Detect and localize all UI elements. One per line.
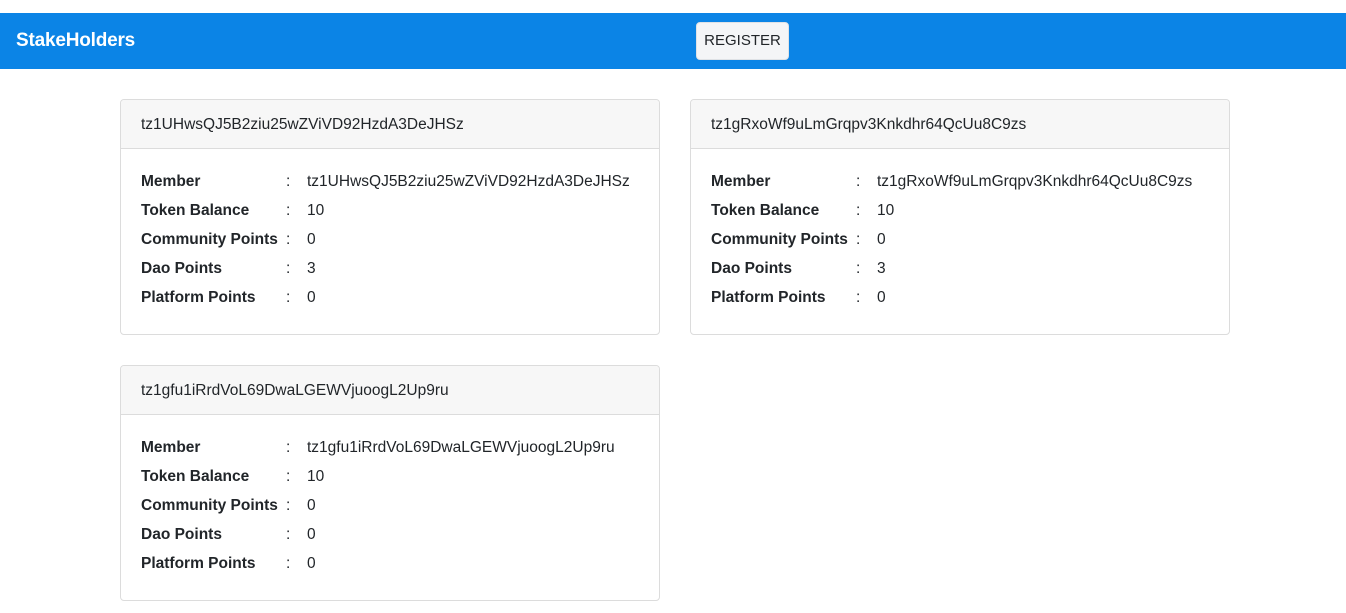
member-value: tz1gRxoWf9uLmGrqpv3Knkdhr64QcUu8C9zs — [877, 173, 1193, 190]
platform-points-value: 0 — [877, 289, 886, 306]
platform-points-row: Platform Points : 0 — [141, 552, 659, 581]
community-points-value: 0 — [307, 231, 316, 248]
dao-points-row: Dao Points : 3 — [711, 257, 1229, 286]
card-body: Member : tz1gRxoWf9uLmGrqpv3Knkdhr64QcUu… — [691, 149, 1229, 315]
separator: : — [286, 526, 291, 543]
platform-points-row: Platform Points : 0 — [711, 286, 1229, 315]
platform-points-value: 0 — [307, 289, 316, 306]
token-balance-row: Token Balance : 10 — [141, 199, 659, 228]
separator: : — [286, 468, 291, 485]
dao-points-label: Dao Points — [711, 260, 792, 277]
separator: : — [286, 289, 291, 306]
member-label: Member — [711, 173, 771, 190]
member-label: Member — [141, 173, 201, 190]
card-header-address: tz1gRxoWf9uLmGrqpv3Knkdhr64QcUu8C9zs — [691, 100, 1229, 149]
member-row: Member : tz1gfu1iRrdVoL69DwaLGEWVjuoogL2… — [141, 436, 659, 465]
platform-points-value: 0 — [307, 555, 316, 572]
community-points-value: 0 — [307, 497, 316, 514]
platform-points-label: Platform Points — [141, 555, 256, 572]
register-button[interactable]: REGISTER — [696, 22, 789, 60]
community-points-label: Community Points — [141, 497, 278, 514]
brand-title[interactable]: StakeHolders — [16, 13, 135, 69]
member-value: tz1gfu1iRrdVoL69DwaLGEWVjuoogL2Up9ru — [307, 439, 615, 456]
separator: : — [286, 231, 291, 248]
separator: : — [856, 289, 861, 306]
token-balance-value: 10 — [307, 202, 325, 219]
separator: : — [286, 260, 291, 277]
separator: : — [286, 497, 291, 514]
separator: : — [286, 555, 291, 572]
card-header-address: tz1UHwsQJ5B2ziu25wZViVD92HzdA3DeJHSz — [121, 100, 659, 149]
token-balance-row: Token Balance : 10 — [141, 465, 659, 494]
dao-points-row: Dao Points : 0 — [141, 523, 659, 552]
community-points-label: Community Points — [711, 231, 848, 248]
token-balance-value: 10 — [307, 468, 325, 485]
token-balance-label: Token Balance — [141, 202, 250, 219]
community-points-row: Community Points : 0 — [141, 494, 659, 523]
dao-points-value: 3 — [877, 260, 886, 277]
token-balance-label: Token Balance — [141, 468, 250, 485]
platform-points-label: Platform Points — [141, 289, 256, 306]
dao-points-label: Dao Points — [141, 526, 222, 543]
platform-points-label: Platform Points — [711, 289, 826, 306]
member-value: tz1UHwsQJ5B2ziu25wZViVD92HzdA3DeJHSz — [307, 173, 630, 190]
card-body: Member : tz1UHwsQJ5B2ziu25wZViVD92HzdA3D… — [121, 149, 659, 315]
separator: : — [286, 439, 291, 456]
member-row: Member : tz1UHwsQJ5B2ziu25wZViVD92HzdA3D… — [141, 170, 659, 199]
dao-points-label: Dao Points — [141, 260, 222, 277]
card-body: Member : tz1gfu1iRrdVoL69DwaLGEWVjuoogL2… — [121, 415, 659, 581]
stakeholder-card: tz1gRxoWf9uLmGrqpv3Knkdhr64QcUu8C9zs Mem… — [690, 99, 1230, 335]
member-row: Member : tz1gRxoWf9uLmGrqpv3Knkdhr64QcUu… — [711, 170, 1229, 199]
member-label: Member — [141, 439, 201, 456]
community-points-label: Community Points — [141, 231, 278, 248]
stakeholder-card: tz1UHwsQJ5B2ziu25wZViVD92HzdA3DeJHSz Mem… — [120, 99, 660, 335]
stakeholder-card: tz1gfu1iRrdVoL69DwaLGEWVjuoogL2Up9ru Mem… — [120, 365, 660, 601]
community-points-row: Community Points : 0 — [141, 228, 659, 257]
platform-points-row: Platform Points : 0 — [141, 286, 659, 315]
card-header-address: tz1gfu1iRrdVoL69DwaLGEWVjuoogL2Up9ru — [121, 366, 659, 415]
separator: : — [856, 202, 861, 219]
dao-points-value: 3 — [307, 260, 316, 277]
separator: : — [286, 173, 291, 190]
separator: : — [856, 231, 861, 248]
separator: : — [856, 173, 861, 190]
separator: : — [286, 202, 291, 219]
top-navbar: StakeHolders REGISTER — [0, 13, 1346, 69]
separator: : — [856, 260, 861, 277]
dao-points-row: Dao Points : 3 — [141, 257, 659, 286]
dao-points-value: 0 — [307, 526, 316, 543]
community-points-value: 0 — [877, 231, 886, 248]
community-points-row: Community Points : 0 — [711, 228, 1229, 257]
token-balance-label: Token Balance — [711, 202, 820, 219]
token-balance-row: Token Balance : 10 — [711, 199, 1229, 228]
token-balance-value: 10 — [877, 202, 895, 219]
